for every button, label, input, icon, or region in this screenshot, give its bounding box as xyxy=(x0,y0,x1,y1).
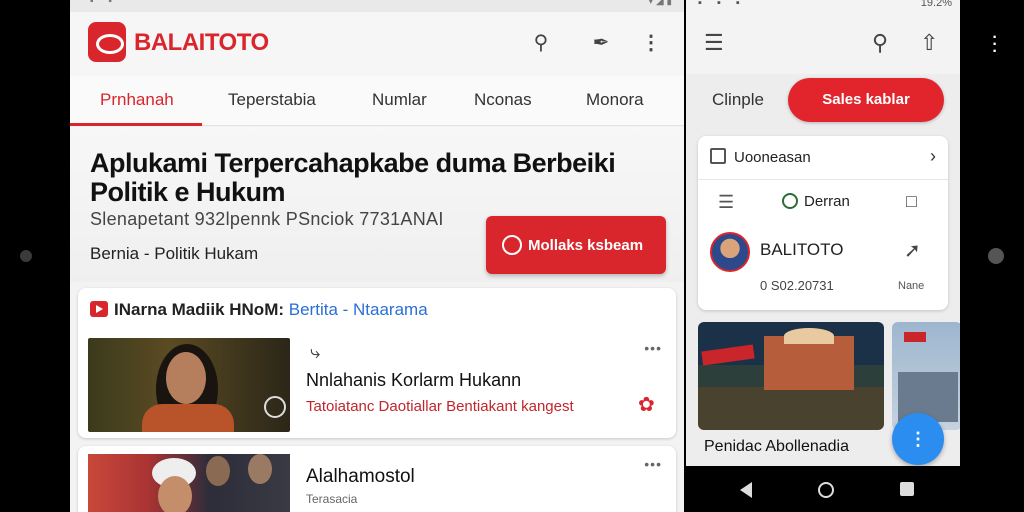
menu-icon[interactable]: ☰ xyxy=(704,30,724,56)
thumb2-face-b xyxy=(206,456,230,486)
right-status-icons: ▪ ▪ ▪ xyxy=(698,0,746,9)
overflow-dots-icon[interactable]: · · · xyxy=(990,30,1000,60)
tab-monora[interactable]: Monora xyxy=(586,90,644,110)
share-icon[interactable]: ⇧ xyxy=(920,30,938,56)
gallery-image-1[interactable] xyxy=(698,322,884,430)
story-thumbnail-2[interactable] xyxy=(88,454,290,512)
card-heading-text: INarna Madiik HNoM: xyxy=(114,300,285,319)
right-app-bar: ☰ ⚲ ⇧ xyxy=(686,14,960,74)
play-circle-icon xyxy=(502,235,522,255)
back-icon[interactable] xyxy=(740,482,752,498)
profile-row-2-label[interactable]: Derran xyxy=(782,193,850,210)
hero-button-label: Mollaks ksbeam xyxy=(528,237,644,254)
gallery-caption: Penidac Abollenadia xyxy=(704,438,850,455)
hero-action-button[interactable]: Mollaks ksbeam xyxy=(486,216,666,274)
forward-arrow-icon[interactable]: ➚ xyxy=(904,238,921,263)
red-tag xyxy=(904,332,926,342)
document-icon xyxy=(710,148,726,164)
story-more-icon[interactable]: ••• xyxy=(644,340,662,356)
brand-name: BALAITOTO xyxy=(134,29,269,56)
list-icon[interactable]: ☰ xyxy=(718,192,734,213)
tag-icon[interactable]: ✒ xyxy=(588,30,614,56)
building-dome xyxy=(784,328,834,344)
hero-section: Aplukami Terpercahapkabe duma Berbeiki P… xyxy=(70,127,684,282)
profile-note: Nane xyxy=(898,280,925,292)
thumb2-face xyxy=(158,476,192,512)
profile-card: Uooneasan › ☰ Derran □ BALITOTO ➚ 0 S02.… xyxy=(698,136,948,310)
battery-percent: 19.2% xyxy=(920,0,952,9)
story-2-more-icon[interactable]: ••• xyxy=(644,456,662,472)
tab-teperstabia[interactable]: Teperstabia xyxy=(228,90,316,110)
thumb-face xyxy=(166,352,206,404)
story-2-subtitle: Terasacia xyxy=(306,492,358,506)
recents-icon[interactable] xyxy=(900,482,914,496)
story-title[interactable]: Nnlahanis Korlarm Hukann xyxy=(306,370,521,391)
right-status-bar: ▪ ▪ ▪ 19.2% xyxy=(686,0,960,14)
left-bezel-dot xyxy=(20,250,32,262)
thumb-jacket xyxy=(142,404,234,432)
avatar[interactable] xyxy=(710,232,750,272)
story-2-title[interactable]: Alalhamostol xyxy=(306,466,415,488)
share-box-icon[interactable]: □ xyxy=(906,191,917,212)
profile-number: 0 S02.20731 xyxy=(760,278,834,293)
thumb2-face-c xyxy=(248,454,272,484)
profile-name: BALITOTO xyxy=(760,240,844,259)
story-thumbnail[interactable] xyxy=(88,338,290,432)
status-icons: ▪ ▪ xyxy=(90,0,118,7)
card-heading-link[interactable]: Bertita - Ntaarama xyxy=(289,300,428,319)
story-meta: Tatoiatanc Daotiallar Bentiakant kangest xyxy=(306,398,574,415)
bookmark-icon[interactable]: ✿ xyxy=(638,392,655,417)
home-icon[interactable] xyxy=(818,482,834,498)
profile-row-2-text: Derran xyxy=(804,193,850,210)
profile-row-1-label: Uooneasan xyxy=(734,149,811,166)
search-icon[interactable]: ⚲ xyxy=(872,30,888,56)
screen: · · · ▪ ▪ ▾ ◢ ▮ BALAITOTO ⚲ ✒ ⋮ Prnhanah T… xyxy=(0,0,1024,512)
category-tabs: Prnhanah Teperstabia Numlar Nconas Monor… xyxy=(70,76,684,126)
building-shape xyxy=(764,336,854,390)
chip-simple[interactable]: Clinple xyxy=(712,90,764,110)
status-right: ▾ ◢ ▮ xyxy=(648,0,672,7)
sales-chip-button[interactable]: Sales kablar xyxy=(788,78,944,122)
more-vert-icon[interactable]: ⋮ xyxy=(638,30,664,56)
play-icon[interactable] xyxy=(264,396,286,418)
app-bar: BALAITOTO ⚲ ✒ ⋮ xyxy=(70,12,684,76)
floating-action-button[interactable]: ⋮ xyxy=(892,413,944,465)
status-bar: ▪ ▪ ▾ ◢ ▮ xyxy=(70,0,684,12)
hero-subtitle: Slenapetant 932lpennk PSnciok 7731ANAI xyxy=(90,209,444,229)
card-heading: INarna Madiik HNoM: Bertita - Ntaarama xyxy=(90,300,428,320)
news-card-2: ••• Alalhamostol Terasacia xyxy=(78,446,676,512)
video-icon xyxy=(90,301,108,317)
location-icon xyxy=(782,193,798,209)
system-nav-bar xyxy=(686,466,960,512)
hero-title: Aplukami Terpercahapkabe duma Berbeiki P… xyxy=(90,148,616,207)
chevron-right-icon: › xyxy=(930,146,936,166)
right-bezel-dot xyxy=(988,248,1004,264)
brand-logo-icon[interactable] xyxy=(88,22,126,62)
tab-nconas[interactable]: Nconas xyxy=(474,90,532,110)
profile-row-1[interactable]: Uooneasan › xyxy=(698,136,948,180)
right-app-screen: ▪ ▪ ▪ 19.2% ☰ ⚲ ⇧ Clinple Sales kablar U… xyxy=(686,0,960,512)
red-banner xyxy=(701,344,755,366)
hero-category[interactable]: Bernia - Politik Hukam xyxy=(90,244,258,264)
tab-numlar[interactable]: Numlar xyxy=(372,90,427,110)
left-app-screen: ▪ ▪ ▾ ◢ ▮ BALAITOTO ⚲ ✒ ⋮ Prnhanah Teper… xyxy=(70,0,684,512)
active-tab-indicator xyxy=(70,123,202,126)
news-card: INarna Madiik HNoM: Bertita - Ntaarama ⤷… xyxy=(78,288,676,438)
tab-prnhanah[interactable]: Prnhanah xyxy=(100,90,174,110)
share-icon[interactable]: ⤷ xyxy=(310,342,320,363)
search-icon[interactable]: ⚲ xyxy=(528,30,554,56)
